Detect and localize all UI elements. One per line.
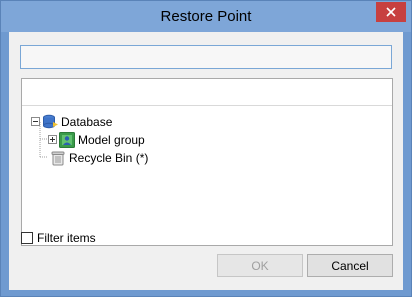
filter-items-label: Filter items xyxy=(37,231,96,245)
title-bar[interactable]: Restore Point xyxy=(1,1,411,32)
tree-node-label: Database xyxy=(61,115,113,129)
close-icon xyxy=(386,7,396,17)
database-icon xyxy=(43,114,58,129)
model-group-expand-toggle[interactable] xyxy=(48,135,57,144)
path-field[interactable] xyxy=(20,45,392,69)
tree-node-label: Model group xyxy=(78,133,145,147)
dialog-body: Database Model group Recycle Bin (*) Fil… xyxy=(9,32,403,290)
filter-items-option[interactable]: Filter items xyxy=(21,231,96,245)
cancel-button[interactable]: Cancel xyxy=(307,254,393,277)
restore-point-dialog: Restore Point Database Model group Recyc… xyxy=(0,0,412,297)
filter-items-checkbox[interactable] xyxy=(21,232,33,244)
tree-node-label: Recycle Bin (*) xyxy=(69,151,149,165)
ok-button[interactable]: OK xyxy=(217,254,303,277)
tree-view[interactable]: Database Model group Recycle Bin (*) xyxy=(21,78,393,246)
tree-node-recycle-bin[interactable]: Recycle Bin (*) xyxy=(50,150,148,166)
close-button[interactable] xyxy=(376,2,406,22)
plus-icon xyxy=(50,137,55,142)
minus-icon xyxy=(33,121,38,122)
model-group-icon xyxy=(59,132,75,148)
tree-node-database[interactable]: Database xyxy=(42,114,112,130)
recycle-bin-icon xyxy=(51,151,65,166)
tree-node-model-group[interactable]: Model group xyxy=(59,132,145,148)
dialog-title: Restore Point xyxy=(160,8,252,25)
database-collapse-toggle[interactable] xyxy=(31,117,40,126)
